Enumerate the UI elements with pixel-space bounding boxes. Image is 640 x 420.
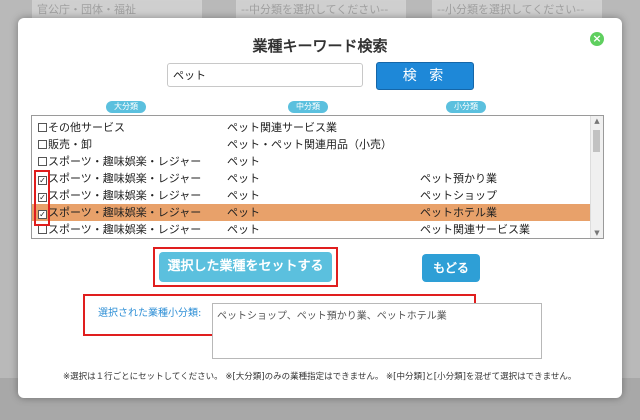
row-large: スポーツ・趣味娯楽・レジャー: [48, 206, 202, 219]
selected-industries-field[interactable]: ペットショップ、ペット預かり業、ペットホテル業: [212, 303, 542, 359]
list-item[interactable]: 販売・卸 ペット・ペット関連用品（小売）: [32, 136, 591, 153]
row-checkbox[interactable]: [38, 123, 47, 132]
background-middle-select: --中分類を選択してください--: [236, 0, 406, 18]
column-header-large: 大分類: [106, 101, 146, 113]
column-header-middle: 中分類: [288, 101, 328, 113]
row-middle: ペット・ペット関連用品（小売）: [227, 138, 392, 151]
list-item[interactable]: スポーツ・趣味娯楽・レジャー ペット ペット関連サービス業: [32, 221, 591, 238]
list-scrollbar[interactable]: ▲ ▼: [590, 116, 603, 238]
list-item-selected[interactable]: ✓ スポーツ・趣味娯楽・レジャー ペット ペットホテル業: [32, 204, 591, 221]
row-middle: ペット: [227, 206, 260, 219]
row-large: スポーツ・趣味娯楽・レジャー: [48, 223, 202, 236]
row-large: スポーツ・趣味娯楽・レジャー: [48, 155, 202, 168]
row-middle: ペット: [227, 155, 260, 168]
keyword-search-modal: × 業種キーワード検索 検 索 大分類 中分類 小分類 その他サービス ペット関…: [18, 18, 622, 398]
row-small: ペットホテル業: [420, 206, 497, 219]
row-checkbox[interactable]: [38, 225, 47, 234]
scroll-up-icon[interactable]: ▲: [591, 116, 603, 126]
list-item[interactable]: スポーツ・趣味娯楽・レジャー ペット: [32, 153, 591, 170]
back-button[interactable]: もどる: [422, 254, 480, 282]
row-large: スポーツ・趣味娯楽・レジャー: [48, 189, 202, 202]
row-checkbox[interactable]: [38, 140, 47, 149]
row-middle: ペット: [227, 172, 260, 185]
column-header-small: 小分類: [446, 101, 486, 113]
row-middle: ペット: [227, 223, 260, 236]
background-small-select: --小分類を選択してください--: [432, 0, 602, 18]
row-large: 販売・卸: [48, 138, 92, 151]
row-small: ペット預かり業: [420, 172, 497, 185]
row-middle: ペット関連サービス業: [227, 121, 337, 134]
scroll-thumb[interactable]: [593, 130, 600, 152]
search-input[interactable]: [167, 63, 363, 87]
list-item[interactable]: その他サービス ペット関連サービス業: [32, 119, 591, 136]
scroll-down-icon[interactable]: ▼: [591, 228, 603, 238]
checkbox-highlight-box: [34, 170, 50, 226]
row-middle: ペット: [227, 189, 260, 202]
row-small: ペット関連サービス業: [420, 223, 530, 236]
search-button[interactable]: 検 索: [376, 62, 474, 90]
row-large: その他サービス: [48, 121, 125, 134]
selected-industries-label: 選択された業種小分類:: [98, 308, 202, 319]
footnote: ※選択は１行ごとにセットしてください。 ※[大分類]のみの業種指定はできません。…: [63, 372, 577, 382]
industry-results-list[interactable]: その他サービス ペット関連サービス業 販売・卸 ペット・ペット関連用品（小売） …: [31, 115, 604, 239]
list-item[interactable]: ✓ スポーツ・趣味娯楽・レジャー ペット ペットショップ: [32, 187, 591, 204]
modal-title: 業種キーワード検索: [252, 37, 388, 55]
row-checkbox[interactable]: [38, 157, 47, 166]
background-large-select: 官公庁・団体・福祉: [32, 0, 202, 18]
set-industry-button[interactable]: 選択した業種をセットする: [159, 252, 332, 282]
row-small: ペットショップ: [420, 189, 497, 202]
row-large: スポーツ・趣味娯楽・レジャー: [48, 172, 202, 185]
list-item[interactable]: ✓ スポーツ・趣味娯楽・レジャー ペット ペット預かり業: [32, 170, 591, 187]
